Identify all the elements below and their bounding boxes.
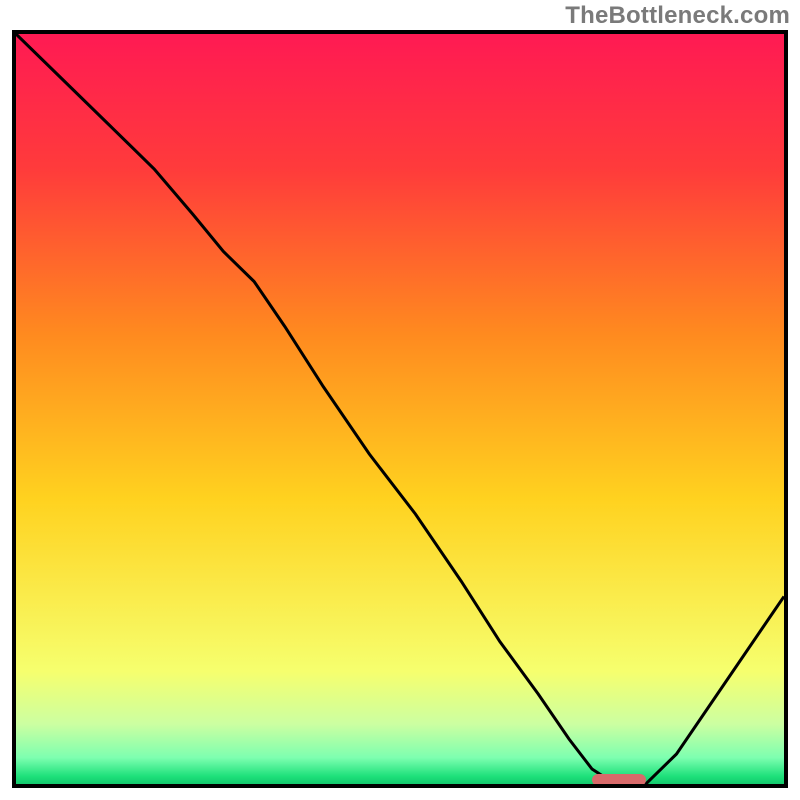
chart-svg <box>16 34 784 784</box>
watermark-text: TheBottleneck.com <box>565 2 790 30</box>
plot-frame <box>12 30 788 788</box>
optimal-range-marker <box>592 774 646 786</box>
chart-stage: TheBottleneck.com <box>0 0 800 800</box>
